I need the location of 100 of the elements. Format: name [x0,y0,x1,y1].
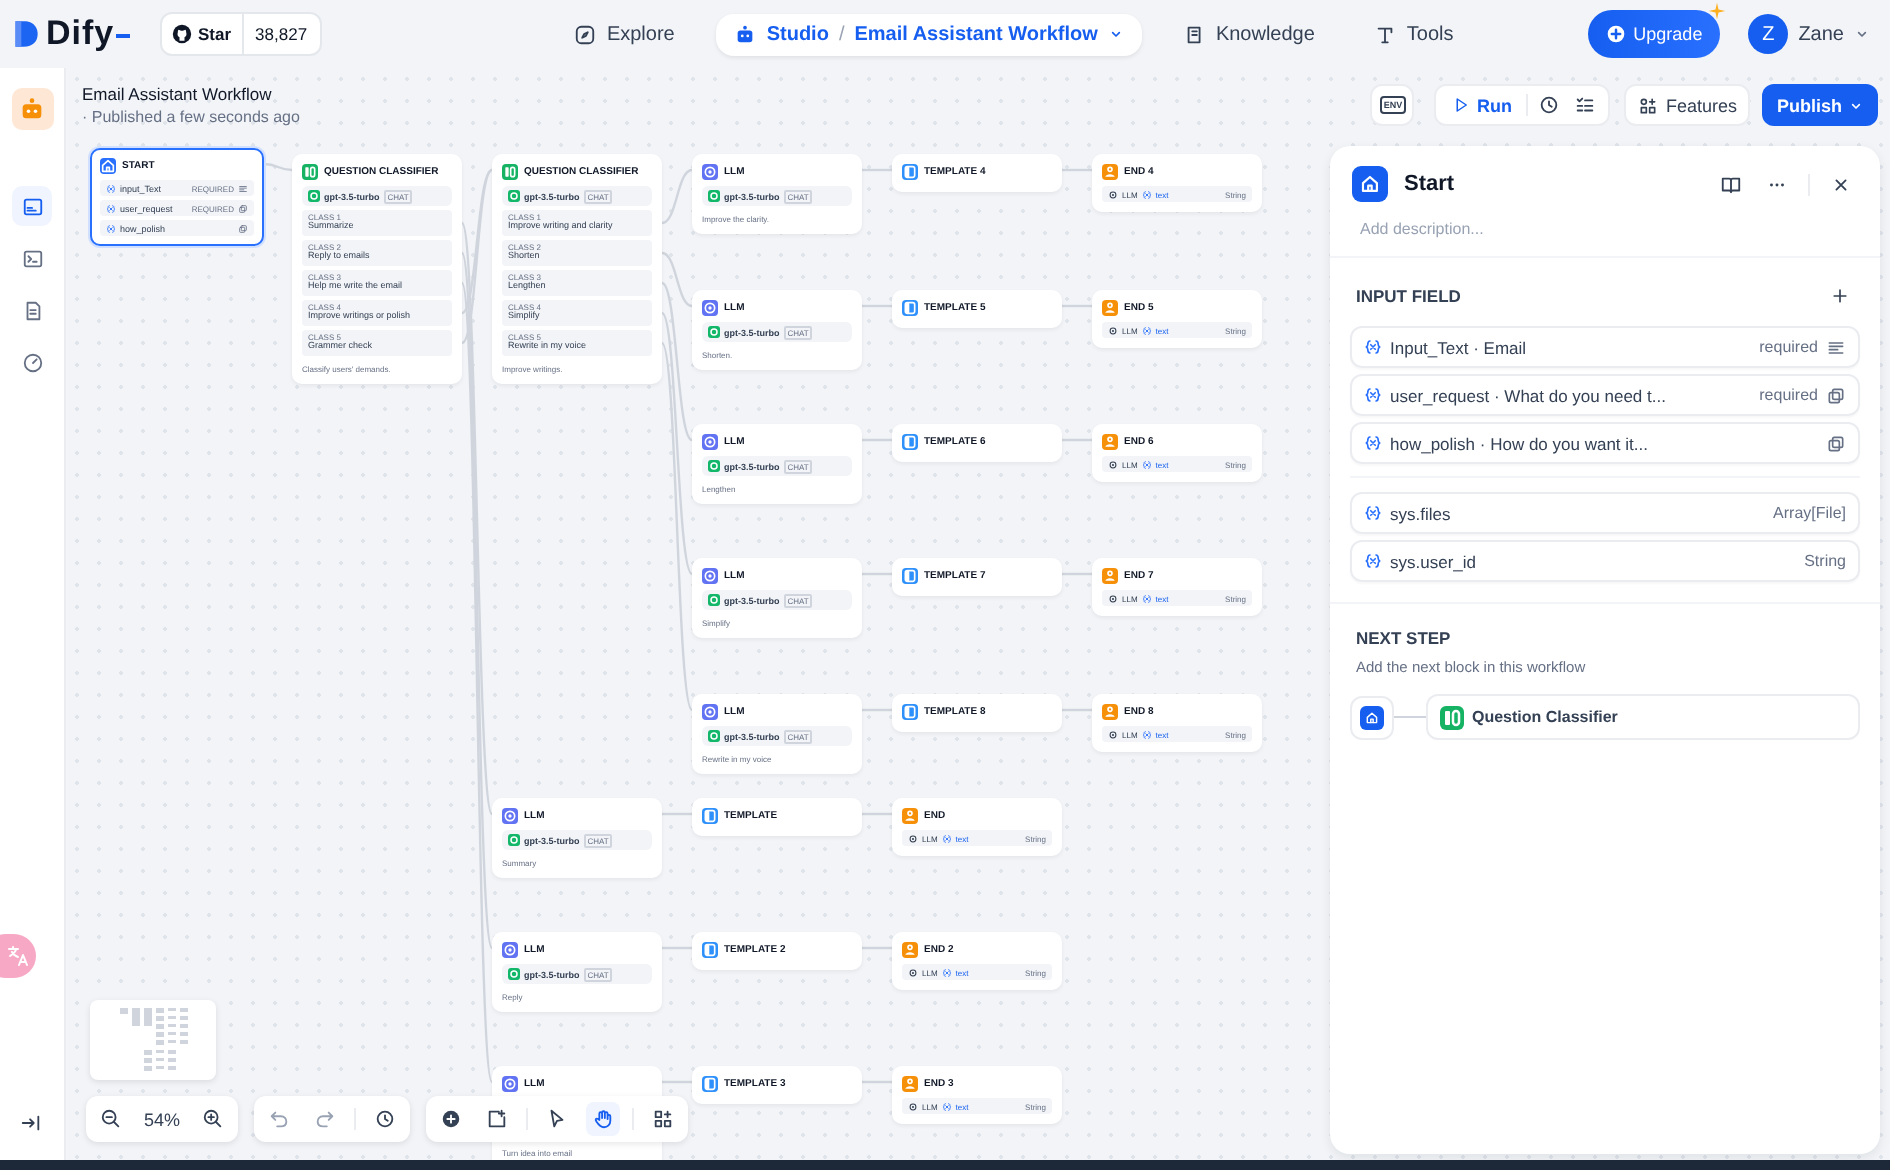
close-icon [1830,173,1852,195]
caret-icon [1854,26,1870,42]
nav-tab[interactable]: Explore [556,13,693,55]
terminal-icon [21,247,43,269]
copy-icon [1826,433,1846,453]
system-variable-row[interactable]: sys.files Array[File] [1350,492,1860,534]
variable-type: String [1804,552,1846,570]
model-icon [708,730,720,742]
variable-icon [106,223,116,233]
copy-icon [238,203,248,213]
connector-line [862,304,892,308]
connector-line [263,162,293,172]
nav-tab[interactable]: Tools [1356,13,1472,55]
zoom-out-icon [100,1108,122,1130]
model-icon [308,190,320,202]
lines-icon [238,183,248,193]
collapse-icon[interactable] [20,1112,42,1134]
variable-icon [1141,189,1152,199]
github-star-button[interactable]: Star 38,827 [160,12,322,56]
variable-icon [1364,552,1382,570]
classifier-icon [302,164,318,180]
input-variable-row[interactable]: user_request · What do you need t... required [1350,374,1860,416]
document-icon [702,942,718,958]
connector-line [862,812,892,816]
sparkle-icon [1708,2,1727,20]
document-icon [702,808,718,824]
hand-button[interactable] [586,1102,620,1136]
workflow-title: Email Assistant Workflow [82,84,274,104]
llm-icon [502,1076,518,1092]
nav-tab[interactable]: Knowledge [1165,13,1333,55]
document-icon [902,300,918,316]
system-variable-row[interactable]: sys.user_id String [1350,540,1860,582]
github-icon [172,24,192,44]
connector-line [662,812,692,816]
section-title: INPUT FIELD [1356,286,1461,306]
llm-icon [702,704,718,720]
gauge-icon [21,351,43,373]
llm-icon [1108,593,1118,603]
variable-icon [1364,434,1382,452]
copy-icon [1826,385,1846,405]
history-icon [1537,94,1560,116]
home-icon [1352,166,1388,202]
copy-icon [238,223,248,233]
connector-line [1062,304,1092,308]
llm-icon [1108,189,1118,199]
person-icon [902,942,918,958]
person-icon [1102,704,1118,720]
connector-line [1062,708,1092,712]
user-avatar[interactable]: Z [1748,14,1789,54]
variable-icon [106,203,116,213]
person-icon [1102,300,1118,316]
next-block[interactable]: Question Classifier [1426,694,1860,740]
required-tag: required [1759,386,1818,404]
llm-icon [908,833,918,843]
publish-button[interactable]: Publish [1762,84,1878,126]
llm-icon [702,568,718,584]
undo-icon [268,1108,290,1130]
notes-icon [21,299,43,321]
user-name[interactable]: Zane [1798,23,1844,45]
panel-title: Start [1404,172,1455,196]
variable-icon [941,1101,952,1111]
person-icon [902,1076,918,1092]
variable-icon [1141,593,1152,603]
compass-icon [574,23,597,45]
variable-icon [941,967,952,977]
llm-icon [1108,459,1118,469]
hand-icon [592,1108,614,1130]
tool-icon [1374,23,1397,45]
variable-icon [941,833,952,843]
grid-icon [652,1108,674,1130]
variable-type: Array[File] [1773,504,1846,522]
caret-icon [1107,26,1124,42]
breadcrumb-separator: / [838,23,845,45]
connector-line [862,1080,892,1084]
star-label: Star [198,24,232,44]
connector-line [662,946,692,950]
model-icon [508,834,520,846]
sidebar-item[interactable] [12,186,52,226]
person-icon [1102,164,1118,180]
connector-line [862,946,892,950]
model-icon [508,968,520,980]
model-icon [708,326,720,338]
zoom-level[interactable]: 54% [140,1109,184,1129]
features-button[interactable]: Features [1623,84,1751,126]
book-icon [1720,173,1742,195]
document-icon [902,568,918,584]
llm-icon [702,300,718,316]
variable-icon [1141,729,1152,739]
nav-tab[interactable]: Studio / Email Assistant Workflow [716,13,1142,55]
input-variable-row[interactable]: Input_Text · Email required [1350,326,1860,368]
book-icon [1183,23,1206,45]
llm-icon [1108,729,1118,739]
connector-line [661,168,693,225]
variable-icon [1141,459,1152,469]
home-icon [100,158,116,174]
logo-text: Dify [46,14,115,54]
note-icon [486,1108,508,1130]
input-variable-row[interactable]: how_polish · How do you want it... [1350,422,1860,464]
connector-line [862,438,892,442]
person-icon [1102,568,1118,584]
